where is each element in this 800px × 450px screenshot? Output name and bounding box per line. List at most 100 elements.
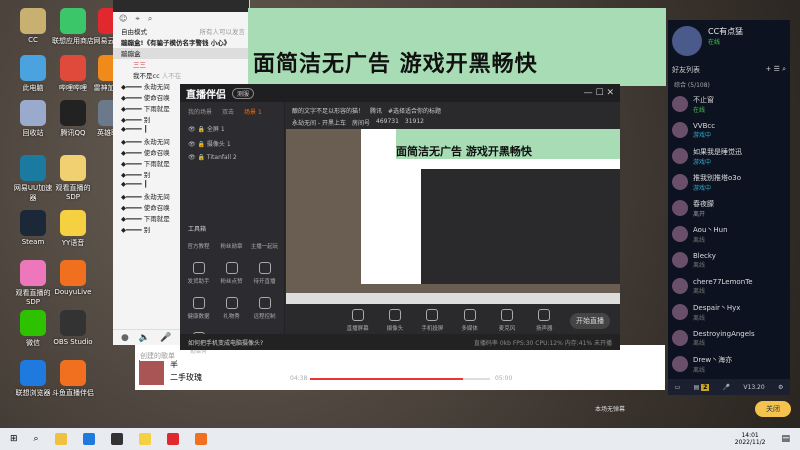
- test-badge[interactable]: 测服: [232, 87, 255, 99]
- lol-icon[interactable]: [110, 433, 123, 445]
- location-icon[interactable]: ⌖: [135, 14, 140, 24]
- scene-item[interactable]: 👁 🔒 全屏 1: [180, 121, 284, 136]
- tool-item[interactable]: 礼物秀: [215, 297, 248, 320]
- help-tip[interactable]: 如何把手机变成电脑摄像头?: [188, 338, 263, 347]
- tool-item[interactable]: 主播一起玩: [248, 242, 281, 250]
- desktop-icon[interactable]: 斗鱼直播伴侣: [51, 360, 95, 398]
- control-button[interactable]: 麦克风: [495, 309, 518, 334]
- desktop-icon[interactable]: 联想浏览器: [11, 360, 55, 398]
- search-icon[interactable]: ⌕: [34, 434, 39, 444]
- notification-icon[interactable]: ▤: [781, 434, 790, 444]
- tool-item[interactable]: 待开直播: [248, 262, 281, 285]
- tool-item[interactable]: 粉丝勋章: [215, 242, 248, 250]
- room-id: 469731: [376, 118, 399, 125]
- room-item[interactable]: 蹦蹦盒: [113, 48, 249, 59]
- search-icon[interactable]: ⌕: [148, 14, 152, 24]
- friend-item[interactable]: Despair丶Hyx 离线: [668, 299, 790, 325]
- control-button[interactable]: 手机投屏: [421, 309, 444, 334]
- scene-tab[interactable]: 双击: [222, 107, 234, 116]
- desktop-icon[interactable]: CC: [11, 8, 55, 44]
- notes-icon[interactable]: ▤ 2: [694, 383, 710, 391]
- settings-icon[interactable]: ⚙: [778, 384, 783, 391]
- friend-item[interactable]: DestroyingAngels 离线: [668, 325, 790, 351]
- desktop-icon[interactable]: 观看直播的SDP: [51, 155, 95, 201]
- stream-app-window: 直播伴侣 测服 — ☐ ✕ 我的场景 双击 场景 1 👁 🔒 全屏 1 👁 🔒 摄像头 …: [180, 84, 620, 355]
- chat-icon[interactable]: ▭: [675, 384, 681, 391]
- toolbox-title: 工具箱: [188, 226, 207, 233]
- desktop-icon[interactable]: DouyuLive: [51, 260, 95, 296]
- friend-item[interactable]: 如果我是睡觉迅 游戏中: [668, 143, 790, 169]
- friend-item[interactable]: 春夜朦 离开: [668, 195, 790, 221]
- scene-item[interactable]: 👁 🔒 摄像头 1: [180, 136, 284, 151]
- tool-item[interactable]: 远程控制: [248, 297, 281, 320]
- desktop-icon-label: 斗鱼直播伴侣: [52, 389, 94, 397]
- song-artist: 二手玫瑰: [170, 373, 202, 382]
- app-icon: [60, 260, 86, 286]
- scene-tab[interactable]: 场景 1: [244, 107, 262, 116]
- yy-icon[interactable]: ●: [121, 333, 129, 343]
- desktop-icon[interactable]: 观看直播的SDP: [11, 260, 55, 306]
- clock-date[interactable]: 2022/11/2: [735, 439, 766, 446]
- tool-item[interactable]: 健康数据: [182, 297, 215, 320]
- friend-item[interactable]: 不止窗 在线: [668, 91, 790, 117]
- desktop-icon[interactable]: 此电脑: [11, 55, 55, 93]
- netease-music-icon[interactable]: [166, 433, 179, 445]
- speaker-icon[interactable]: 🔈: [139, 333, 150, 343]
- friend-item[interactable]: chere77LemonTe 离线: [668, 273, 790, 299]
- group-header[interactable]: 综合 (5/108): [668, 78, 790, 91]
- add-friend-icon[interactable]: + ☰ ⌕: [765, 65, 786, 75]
- mode-select[interactable]: 自由模式: [121, 26, 147, 37]
- control-button[interactable]: 摄像头: [383, 309, 406, 334]
- friend-avatar: [672, 200, 688, 216]
- channel-title: 蹦蹦盒!《有骗子模仿名字警钱 小心》: [121, 39, 231, 47]
- desktop-icon[interactable]: Steam: [11, 210, 55, 246]
- start-stream-button[interactable]: 开始直播: [570, 313, 610, 329]
- desktop-icon-label: DouyuLive: [54, 288, 92, 296]
- app-icon: [20, 360, 46, 386]
- desktop-icon[interactable]: 微信: [11, 310, 55, 348]
- category-tag[interactable]: 永劫无间 - 开黑上车: [292, 118, 346, 127]
- control-button[interactable]: 直播屏幕: [346, 309, 369, 334]
- window-controls[interactable]: — ☐ ✕: [584, 88, 614, 98]
- explorer-icon[interactable]: [54, 433, 67, 445]
- yy-icon[interactable]: [138, 433, 151, 445]
- browser-icon[interactable]: [82, 433, 95, 445]
- user-icon[interactable]: ☺: [119, 14, 127, 24]
- tag[interactable]: #选择适合你的标题: [388, 106, 441, 115]
- perm-text: 所有人可以发言: [199, 28, 246, 36]
- control-button[interactable]: 扬声器: [533, 309, 556, 334]
- tool-item[interactable]: 官方教程: [182, 242, 215, 250]
- mic-icon[interactable]: 🎤: [723, 384, 730, 391]
- album-cover[interactable]: [139, 360, 164, 385]
- room-label: 房间号: [351, 120, 370, 127]
- tag[interactable]: 腾讯: [370, 106, 382, 115]
- friend-item[interactable]: Drew丶海亦 离线: [668, 351, 790, 377]
- scene-item[interactable]: 👁 🔒 Titanfall 2: [180, 151, 284, 164]
- control-button[interactable]: 多媒体: [458, 309, 481, 334]
- tool-item[interactable]: 发货助手: [182, 262, 215, 285]
- member[interactable]: 三三: [113, 59, 249, 70]
- friend-item[interactable]: VVBcc 游戏中: [668, 117, 790, 143]
- friend-item[interactable]: Blecky 离线: [668, 247, 790, 273]
- app-icon: [60, 55, 86, 81]
- friend-item[interactable]: Aou丶Hun 离线: [668, 221, 790, 247]
- douyu-icon[interactable]: [194, 433, 207, 445]
- room-title[interactable]: 酿的文字不足以形容的猫！: [292, 106, 364, 115]
- clock-time[interactable]: 14:01: [735, 432, 766, 439]
- desktop-icon[interactable]: YY语音: [51, 210, 95, 248]
- playlist-label[interactable]: 创建的歌单: [140, 351, 175, 361]
- desktop-icon[interactable]: 回收站: [11, 100, 55, 138]
- scene-tab[interactable]: 我的场景: [188, 107, 212, 116]
- desktop-icon[interactable]: OBS Studio: [51, 310, 95, 346]
- desktop-icon[interactable]: 网易UU加速器: [11, 155, 55, 203]
- profile-status[interactable]: 在线: [708, 37, 743, 46]
- tool-item[interactable]: 粉丝点赞: [215, 262, 248, 285]
- friend-avatar: [672, 226, 688, 242]
- progress-bar[interactable]: [310, 378, 490, 380]
- friend-item[interactable]: 推我别推塔o3o 游戏中: [668, 169, 790, 195]
- member[interactable]: 我不是cc: [133, 72, 160, 80]
- start-icon[interactable]: ⊞: [10, 434, 18, 444]
- avatar[interactable]: [672, 26, 702, 56]
- mic-icon[interactable]: 🎤: [160, 333, 171, 343]
- close-button[interactable]: 关闭: [755, 401, 791, 417]
